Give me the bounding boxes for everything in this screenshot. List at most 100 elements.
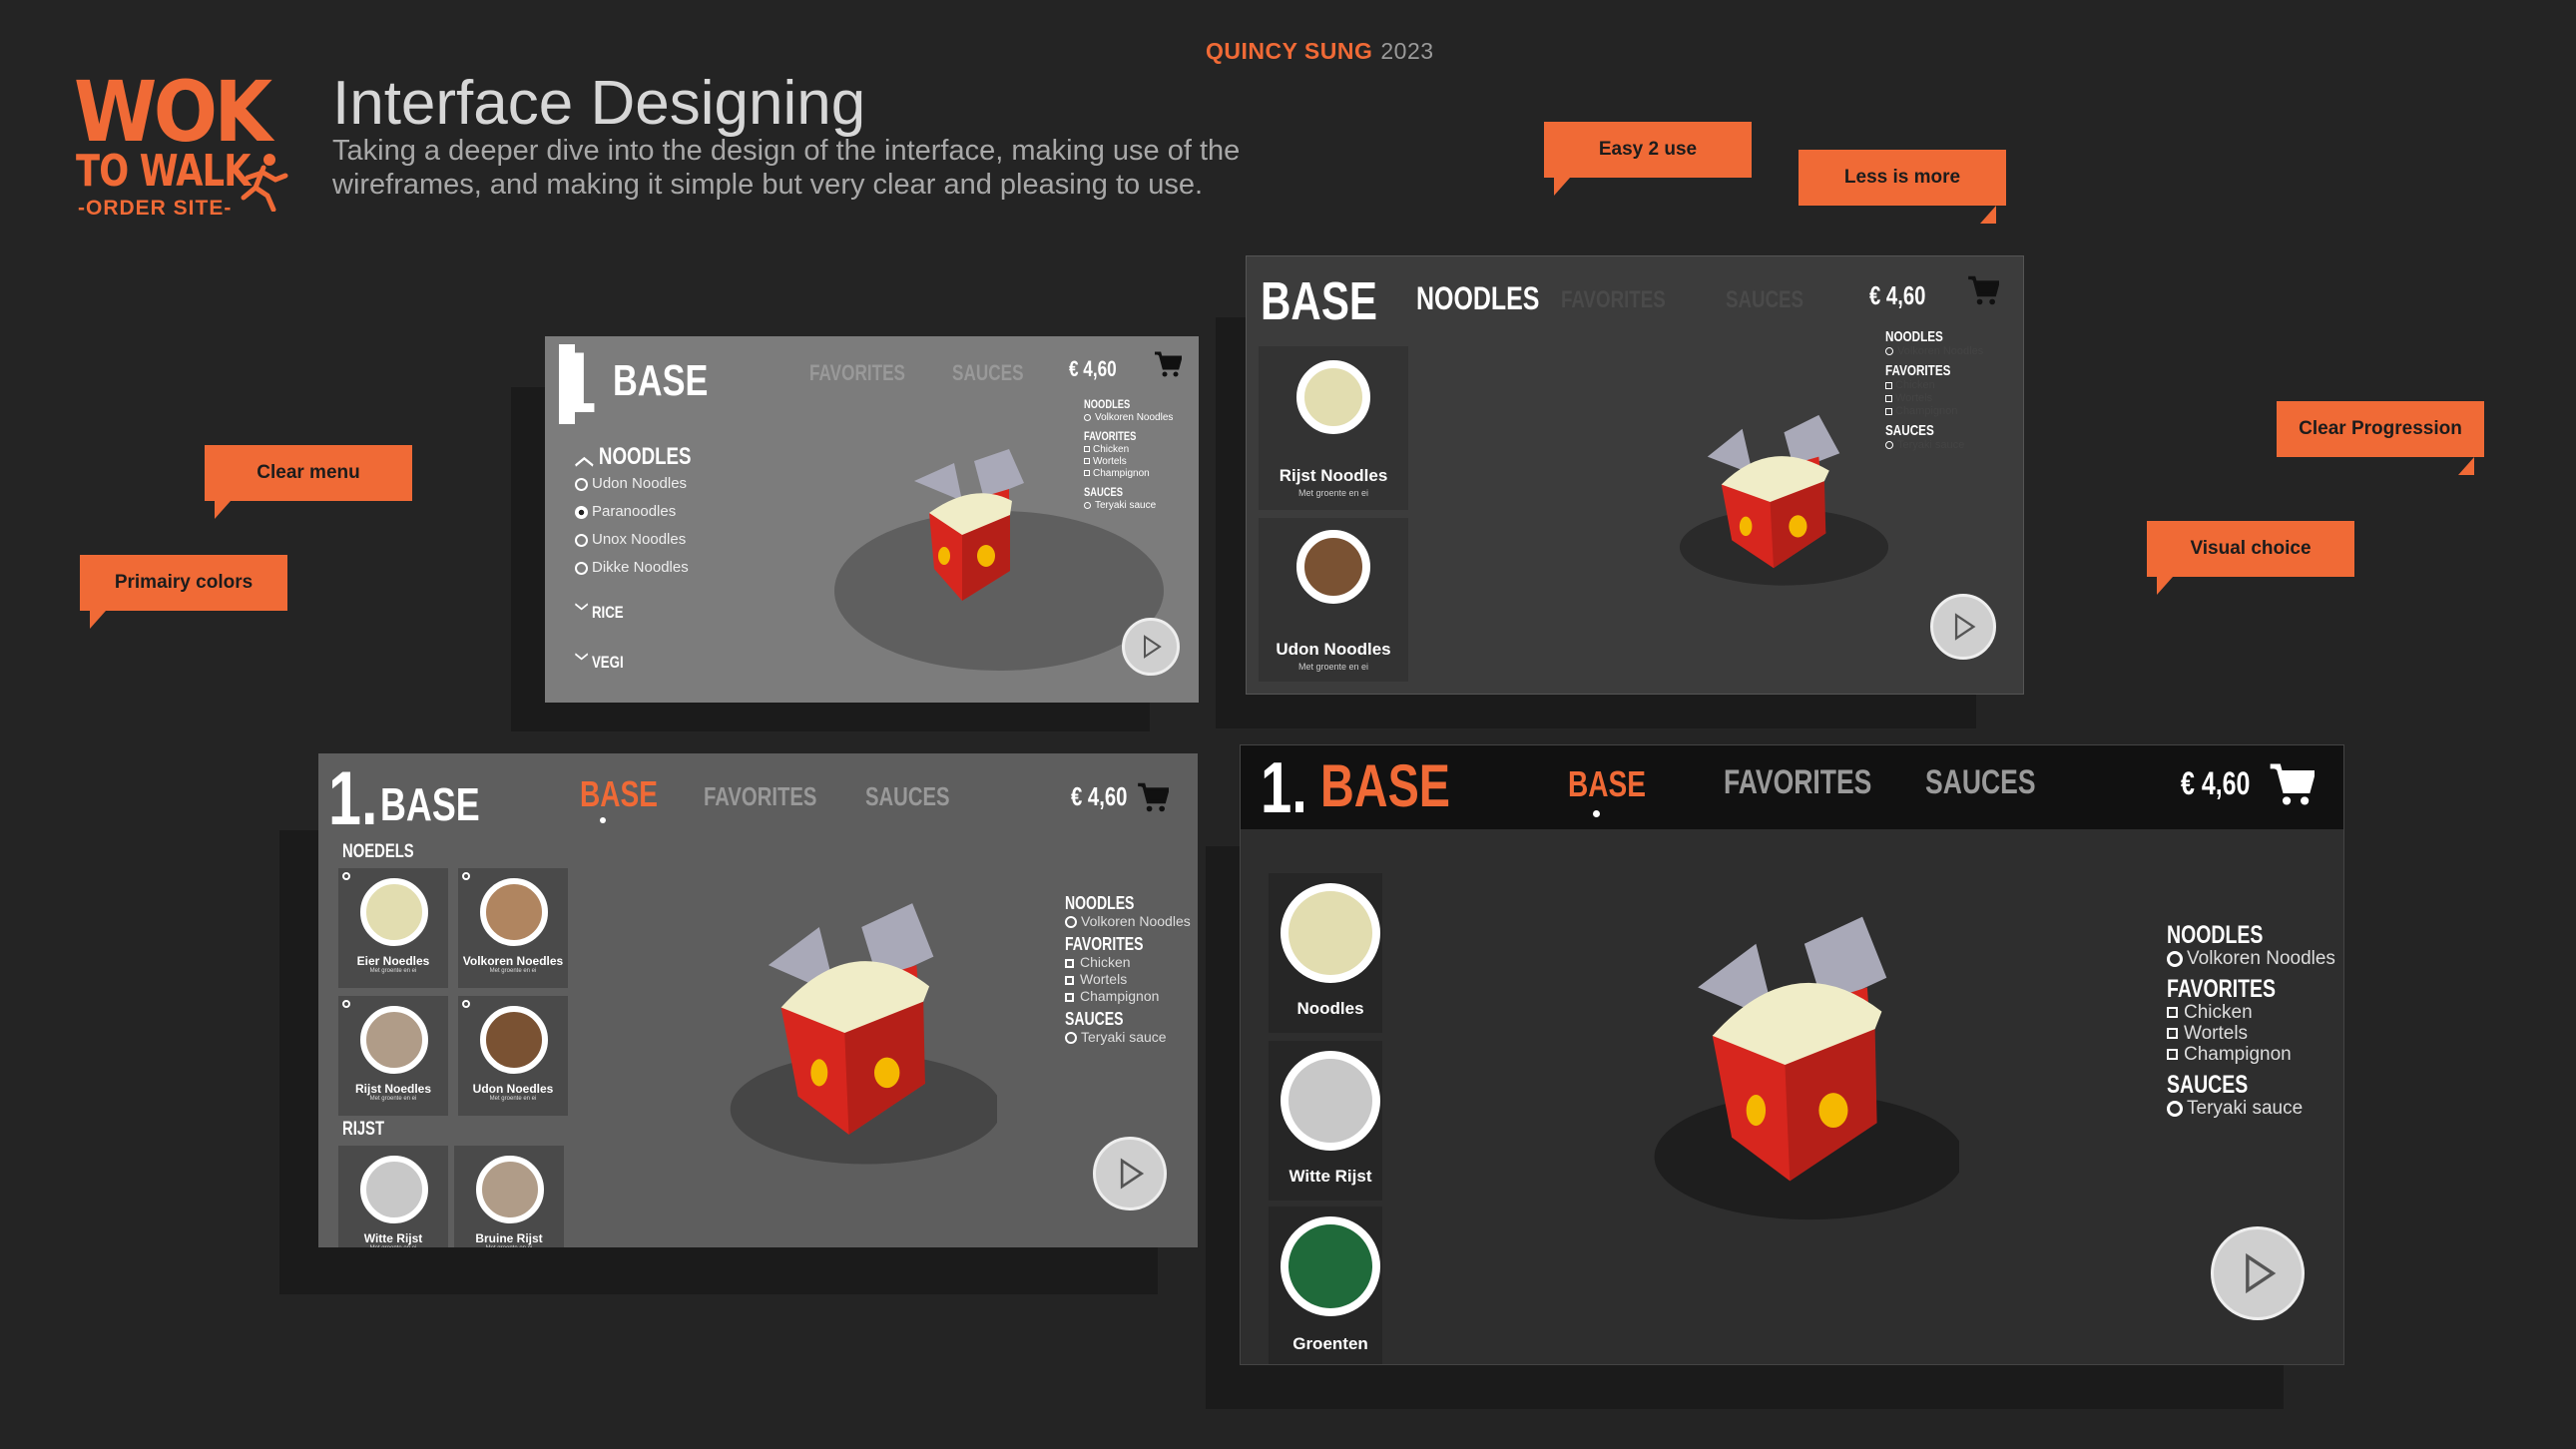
author-year: 2023: [1380, 38, 1434, 64]
product-sub: Met groente en ei: [489, 968, 537, 974]
option-udon[interactable]: Udon Noodles: [575, 470, 689, 498]
section-vegi[interactable]: ﹀ VEGI: [575, 648, 624, 673]
product-sub: Met groente en ei: [338, 1245, 448, 1247]
product-card[interactable]: Rijst Noodles Met groente en ei: [1259, 346, 1408, 510]
tag-easy-to-use: Easy 2 use: [1544, 122, 1752, 196]
option-dikke[interactable]: Dikke Noodles: [575, 554, 689, 582]
tag-primary-colors: Primairy colors: [80, 555, 287, 629]
active-tab-dot: [1593, 810, 1600, 817]
step-number: 1: [559, 336, 597, 431]
order-summary: NOODLES Volkoren Noodles FAVORITES Chick…: [1065, 893, 1191, 1045]
cart-icon[interactable]: [1967, 274, 1999, 306]
price: € 4,60: [1869, 280, 1926, 310]
price: € 4,60: [1069, 356, 1117, 381]
category-card-noodles[interactable]: Noodles: [1269, 873, 1382, 1033]
product-card[interactable]: Witte Rijst Met groente en ei: [338, 1146, 448, 1247]
select-radio[interactable]: [342, 1000, 350, 1008]
product-sub: Met groente en ei: [489, 1096, 537, 1102]
wok-box-illustration: [730, 903, 997, 1165]
cart-icon[interactable]: [1137, 781, 1169, 813]
tab-noodles[interactable]: NOODLES: [1416, 280, 1539, 317]
noodle-plate-image: [1296, 530, 1370, 604]
product-name: Witte Rijst: [363, 1231, 423, 1245]
product-name: Eier Noedles: [356, 954, 430, 968]
tab-sauces[interactable]: SAUCES: [865, 781, 950, 812]
section-noodles[interactable]: ︿ NOODLES: [575, 436, 692, 471]
product-sub: Met groente en ei: [454, 1245, 564, 1247]
section-noedels: NOEDELS: [342, 841, 414, 862]
step-title: BASE: [613, 356, 709, 405]
next-button[interactable]: [1122, 618, 1180, 676]
logo: WOK TO WALK -ORDER SITE-: [74, 63, 313, 232]
next-button[interactable]: [1930, 594, 1996, 660]
tab-favorites[interactable]: FAVORITES: [1724, 763, 1871, 802]
step-number: 1.: [1261, 748, 1307, 828]
product-card[interactable]: Eier Noedles Met groente en ei: [338, 868, 448, 988]
category-name: Noodles: [1296, 999, 1364, 1018]
walker-icon: [241, 154, 288, 212]
tab-favorites[interactable]: FAVORITES: [1561, 286, 1666, 314]
product-name: Udon Noodles: [1276, 640, 1391, 659]
product-name: Udon Noedles: [472, 1082, 554, 1096]
product-card[interactable]: Bruine Rijst Met groente en ei: [454, 1146, 564, 1247]
active-tab-dot: [600, 817, 606, 823]
step-number: 1.: [328, 756, 378, 841]
category-card-vegetables[interactable]: Groenten: [1269, 1207, 1382, 1364]
tag-clear-progression: Clear Progression: [2277, 401, 2484, 457]
plate-image: [1281, 1216, 1380, 1316]
tab-favorites[interactable]: FAVORITES: [704, 781, 816, 812]
page-title: Interface Designing: [332, 69, 866, 138]
tag-less-is-more: Less is more: [1799, 150, 2006, 206]
frame2: BASE NOODLES FAVORITES SAUCES € 4,60 Rij…: [1246, 255, 2024, 695]
plate-image: [480, 878, 548, 946]
section-rice[interactable]: ﹀ RICE: [575, 598, 624, 623]
tab-base[interactable]: BASE: [1568, 763, 1646, 805]
product-card[interactable]: Volkoren Noedles Met groente en ei: [458, 868, 568, 988]
logo-line2: TO WALK: [76, 146, 252, 197]
logo-line1: WOK: [74, 63, 272, 161]
tab-sauces[interactable]: SAUCES: [1925, 763, 2036, 802]
plate-image: [360, 878, 428, 946]
noodle-plate-image: [1296, 360, 1370, 434]
price: € 4,60: [1071, 781, 1128, 811]
cart-icon[interactable]: [1154, 350, 1182, 378]
plate-image: [480, 1006, 548, 1074]
select-radio[interactable]: [342, 872, 350, 880]
tab-sauces[interactable]: SAUCES: [952, 360, 1024, 386]
product-name: Rijst Noodles: [1279, 466, 1388, 485]
play-icon: [1144, 635, 1162, 659]
order-summary: NOODLES Volkoren Noodles FAVORITES Chick…: [2167, 921, 2335, 1119]
product-card[interactable]: Udon Noedles Met groente en ei: [458, 996, 568, 1116]
wok-box-illustration: [1679, 414, 1889, 586]
select-radio[interactable]: [462, 1000, 470, 1008]
play-icon: [1954, 613, 1976, 641]
author-credit: QUINCY SUNG 2023: [1206, 38, 1434, 65]
product-name: Volkoren Noedles: [462, 954, 564, 968]
tab-sauces[interactable]: SAUCES: [1726, 286, 1803, 314]
product-card[interactable]: Udon Noodles Met groente en ei: [1259, 518, 1408, 682]
plate-image: [1281, 1051, 1380, 1151]
section-rijst: RIJST: [342, 1119, 385, 1140]
next-button[interactable]: [2211, 1226, 2305, 1320]
author-name: QUINCY SUNG: [1206, 38, 1373, 64]
plate-image: [1281, 883, 1380, 983]
option-paranoodles[interactable]: Paranoodles: [575, 498, 689, 526]
product-sub: Met groente en ei: [1297, 662, 1369, 672]
next-button[interactable]: [1093, 1137, 1167, 1210]
step-title: BASE: [380, 778, 480, 830]
product-card[interactable]: Rijst Noedles Met groente en ei: [338, 996, 448, 1116]
category-name: Witte Rijst: [1288, 1167, 1372, 1186]
select-radio[interactable]: [462, 872, 470, 880]
play-icon: [1120, 1158, 1145, 1190]
option-unox[interactable]: Unox Noodles: [575, 526, 689, 554]
tab-base[interactable]: BASE: [580, 773, 658, 815]
category-card-rice[interactable]: Witte Rijst: [1269, 1041, 1382, 1201]
category-name: Groenten: [1292, 1334, 1368, 1353]
noodle-options: Udon Noodles Paranoodles Unox Noodles Di…: [575, 470, 689, 582]
product-name: Rijst Noedles: [354, 1082, 432, 1096]
cart-icon[interactable]: [2269, 761, 2315, 807]
play-icon: [2246, 1252, 2277, 1294]
step-title: BASE: [1261, 271, 1378, 331]
tab-favorites[interactable]: FAVORITES: [809, 360, 905, 386]
frame1: 1 BASE FAVORITES SAUCES € 4,60 ︿ NOODLES…: [545, 336, 1199, 703]
